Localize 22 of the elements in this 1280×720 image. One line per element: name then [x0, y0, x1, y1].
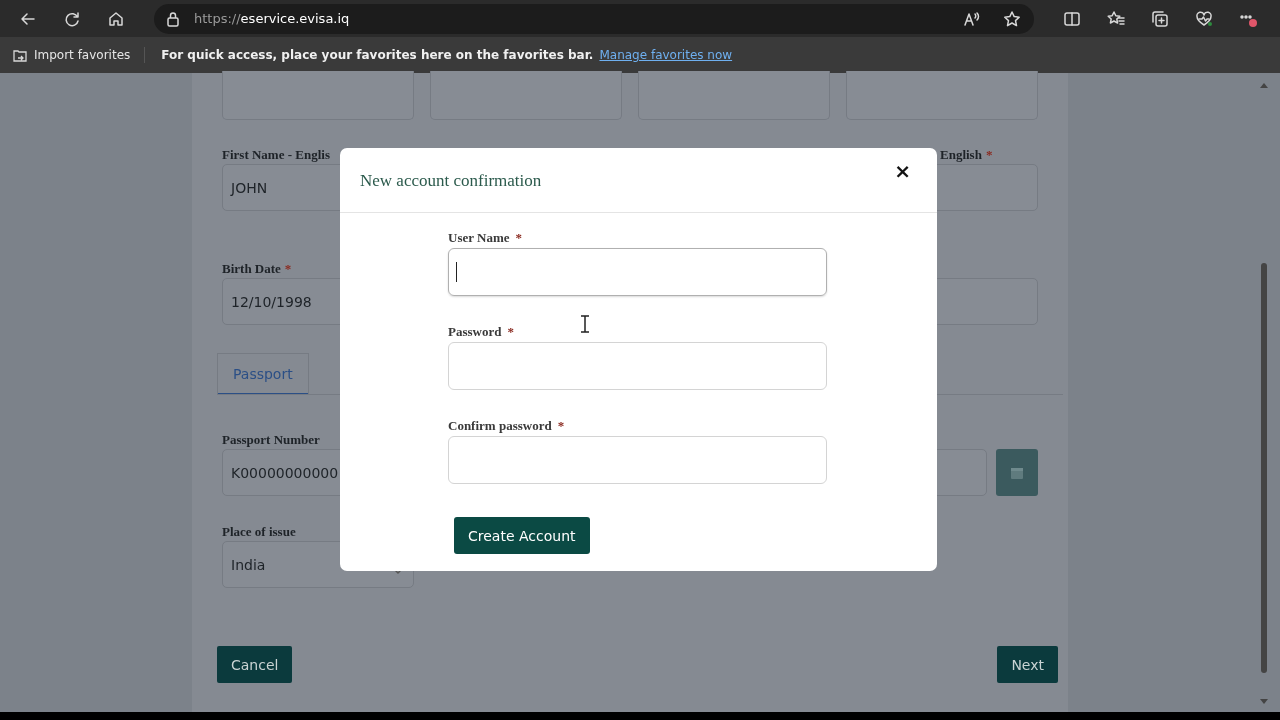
import-favorites-button[interactable]: Import favorites: [12, 47, 146, 63]
close-button[interactable]: ×: [888, 159, 917, 183]
field-label: Passport Number: [222, 432, 321, 449]
field-label: English: [940, 147, 982, 164]
url-text: https://eservice.evisa.iq: [194, 11, 350, 26]
field-label: Birth Date: [222, 261, 281, 278]
field-label: Confirm password: [448, 418, 552, 435]
next-button[interactable]: Next: [997, 646, 1058, 683]
field-label: Place of issue: [222, 524, 297, 541]
required-mark: *: [985, 147, 993, 164]
required-mark: *: [557, 418, 565, 435]
required-mark: *: [284, 261, 292, 278]
required-mark: *: [507, 324, 514, 341]
favorites-bar-hint: For quick access, place your favorites here on the favorites bar.: [161, 48, 594, 62]
field-label: First Name - Englis: [222, 147, 331, 164]
cancel-button[interactable]: Cancel: [217, 646, 293, 683]
required-mark: *: [515, 230, 522, 247]
address-bar[interactable]: https://eservice.evisa.iq: [154, 3, 1034, 34]
create-account-button[interactable]: Create Account: [454, 517, 590, 554]
field-label: Password: [448, 324, 502, 341]
field-label: User Name: [448, 230, 510, 247]
manage-favorites-link[interactable]: Manage favorites now: [599, 48, 733, 62]
